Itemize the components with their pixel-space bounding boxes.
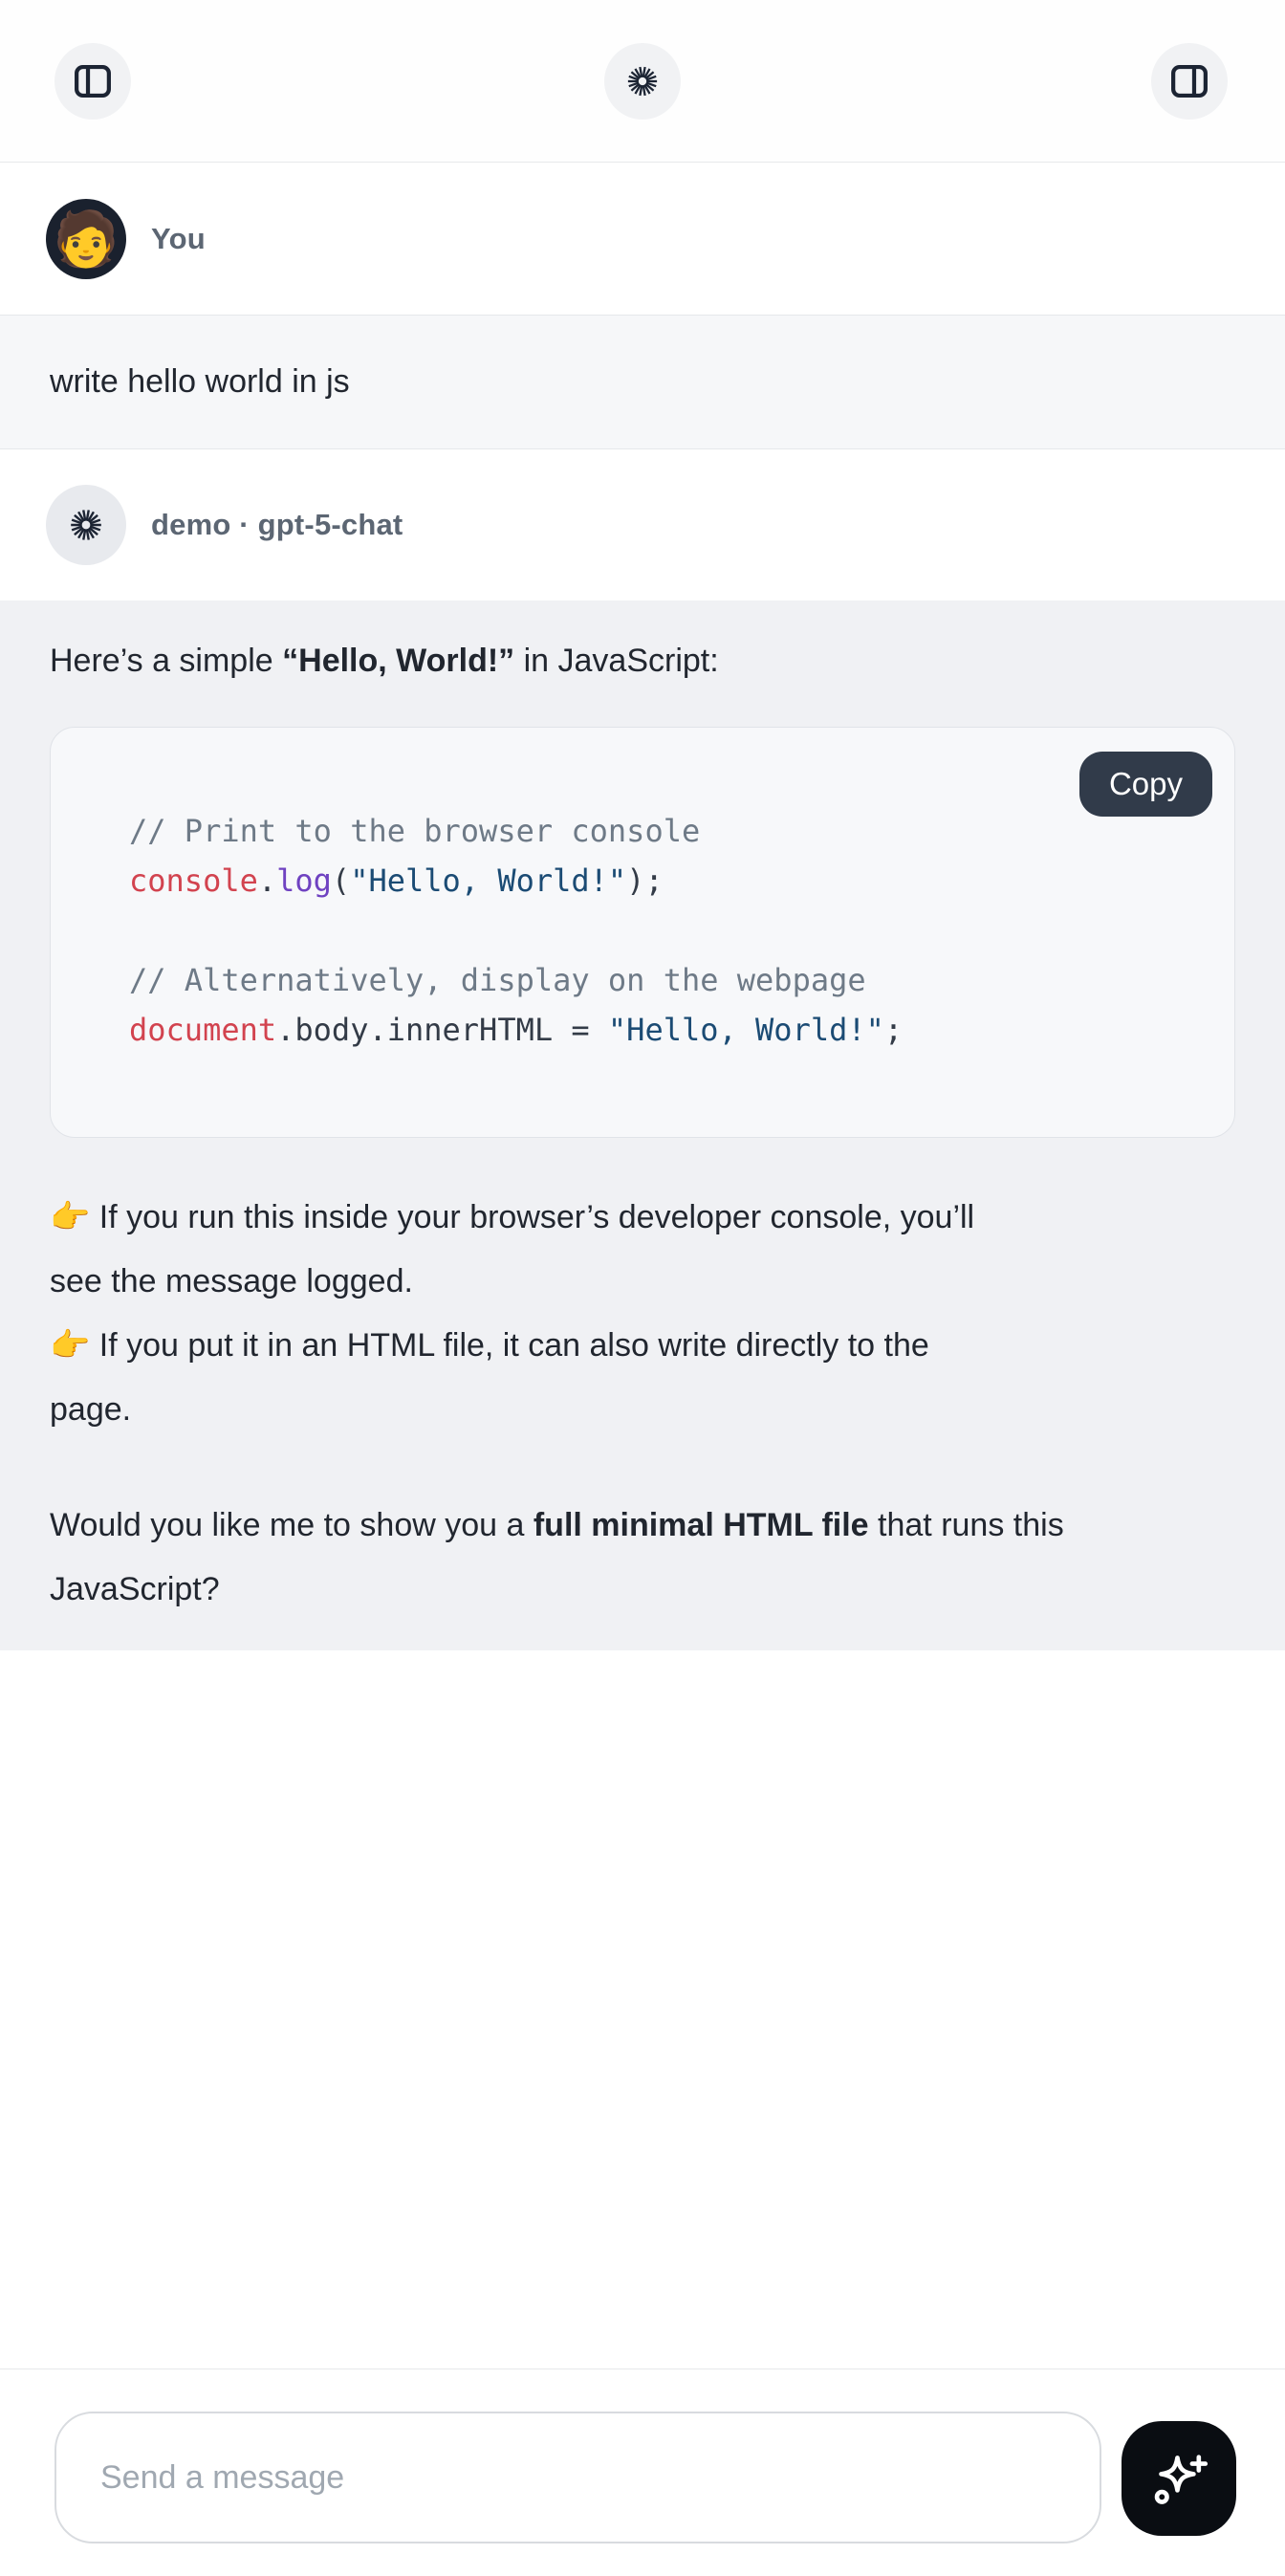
sidebar-right-toggle-icon: [1167, 59, 1211, 103]
question-prefix: Would you like me to show you a: [50, 1507, 534, 1543]
intro-suffix: in JavaScript:: [514, 643, 719, 679]
message-input[interactable]: [54, 2412, 1101, 2543]
assistant-message-bubble: Here’s a simple “Hello, World!” in JavaS…: [0, 600, 1285, 1650]
code-content: // Print to the browser consoleconsole.l…: [129, 806, 1196, 1055]
user-message-text: write hello world in js: [50, 363, 350, 401]
sparkle-icon: [1143, 2443, 1214, 2514]
assistant-question-text: Would you like me to show you a full min…: [50, 1494, 1235, 1622]
assistant-sender-name: demo · gpt-5-chat: [151, 508, 403, 542]
code-block: Copy // Print to the browser consolecons…: [50, 727, 1235, 1138]
starburst-avatar-icon: [64, 503, 108, 547]
assistant-avatar: [46, 485, 126, 565]
top-bar: [0, 0, 1285, 163]
assistant-sender-row: demo · gpt-5-chat: [0, 449, 1285, 600]
composer-bar: [0, 2369, 1285, 2576]
intro-prefix: Here’s a simple: [50, 643, 282, 679]
assistant-intro-text: Here’s a simple “Hello, World!” in JavaS…: [50, 639, 1235, 683]
starburst-logo-icon: [621, 60, 664, 102]
question-bold: full minimal HTML file: [534, 1507, 869, 1543]
app-logo-button[interactable]: [604, 43, 681, 120]
send-button[interactable]: [1122, 2421, 1236, 2536]
user-message-bubble: write hello world in js: [0, 315, 1285, 449]
sidebar-toggle-button[interactable]: [54, 43, 131, 120]
user-avatar-emoji: 🧑: [53, 212, 120, 266]
panel-right-toggle-button[interactable]: [1151, 43, 1228, 120]
copy-code-button[interactable]: Copy: [1079, 752, 1212, 817]
sidebar-left-toggle-icon: [71, 59, 115, 103]
chat-app: 🧑 You write hello world in js demo · gpt…: [0, 0, 1285, 2576]
user-sender-name: You: [151, 222, 206, 256]
user-avatar: 🧑: [46, 199, 126, 279]
user-sender-row: 🧑 You: [0, 163, 1285, 315]
intro-bold: “Hello, World!”: [282, 643, 514, 679]
assistant-tips-text: 👉 If you run this inside your browser’s …: [50, 1186, 1235, 1442]
